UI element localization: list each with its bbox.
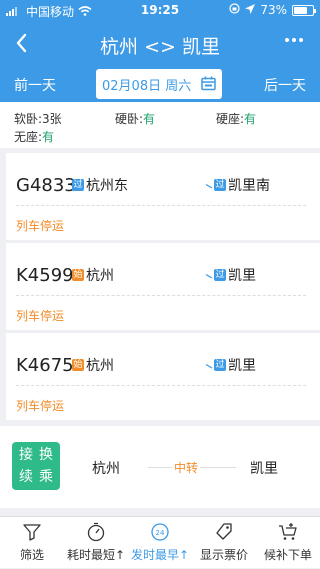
prev-day-button[interactable]: 前一天: [14, 75, 56, 95]
departure-station: 始杭州: [72, 358, 114, 374]
battery-icon: [292, 4, 316, 16]
sort-shortest-button[interactable]: 耗时最短↑: [64, 517, 128, 569]
route-arrow-icon: [150, 273, 213, 279]
departure-station: 过杭州东: [72, 178, 128, 194]
tab-label: 候补下单: [263, 548, 312, 562]
origin-tag: 始: [72, 359, 84, 371]
transfer-label: 中转: [172, 459, 201, 476]
svg-text:24: 24: [156, 529, 165, 537]
filter-button[interactable]: 筛选: [0, 517, 64, 569]
train-status: 列车停运: [16, 219, 65, 233]
price-tag-icon: [214, 522, 234, 542]
departure-station: 始杭州: [72, 268, 114, 284]
arrival-station: 过凯里: [214, 358, 256, 374]
pass-tag: 过: [214, 179, 226, 191]
train-card[interactable]: K4675 始杭州 过凯里 列车停运: [6, 333, 320, 420]
next-day-button[interactable]: 后一天: [264, 75, 306, 95]
pass-tag: 过: [72, 179, 84, 191]
seat-summary: 软卧:3张 硬卧:有 硬座:有 无座:有: [0, 102, 320, 148]
status-bar: 中国移动 19:25 73%: [0, 0, 320, 22]
train-code: K4675: [16, 355, 74, 376]
train-status: 列车停运: [16, 399, 65, 413]
divider: [16, 205, 306, 206]
page-title: 杭州 <> 凯里: [100, 36, 220, 58]
location-icon: [245, 3, 256, 17]
date-picker[interactable]: 02月08日 周六: [96, 69, 222, 99]
seat-soft-sleeper: 软卧:3张: [14, 112, 62, 126]
date-bar: 前一天 02月08日 周六 后一天: [0, 66, 320, 102]
clock-24-icon: 24: [150, 522, 170, 542]
cart-add-icon: [278, 522, 298, 542]
nav-bar: 杭州 <> 凯里: [0, 22, 320, 66]
timer-icon: [86, 522, 106, 542]
route-arrow-icon: [150, 183, 213, 189]
battery-percent: 73%: [260, 3, 287, 17]
train-status: 列车停运: [16, 309, 65, 323]
train-card[interactable]: G4833 过杭州东 过凯里南 列车停运: [6, 153, 320, 240]
tab-label: 显示票价: [199, 548, 248, 562]
tab-label: 发时最早↑: [130, 548, 190, 562]
pass-tag: 过: [214, 359, 226, 371]
origin-tag: 始: [72, 269, 84, 281]
seat-hard-sleeper: 硬卧:有: [115, 112, 156, 126]
more-icon[interactable]: [284, 30, 304, 55]
bottom-toolbar: 筛选 耗时最短↑ 24 发时最早↑ 显示票价 候补下单: [0, 516, 320, 568]
train-card[interactable]: K4599 始杭州 过凯里 列车停运: [6, 243, 320, 330]
train-code: G4833: [16, 175, 76, 196]
train-code: K4599: [16, 265, 74, 286]
divider: [16, 385, 306, 386]
calendar-icon: [201, 76, 216, 95]
current-date: 02月08日 周六: [102, 78, 192, 94]
transfer-from: 杭州: [92, 461, 120, 477]
seat-no-seat: 无座:有: [14, 130, 55, 144]
show-price-button[interactable]: 显示票价: [192, 517, 256, 569]
waitlist-button[interactable]: 候补下单: [256, 517, 320, 569]
transfer-card[interactable]: 接换 续乘 杭州 中转 凯里: [0, 426, 320, 508]
pass-tag: 过: [214, 269, 226, 281]
arrival-station: 过凯里: [214, 268, 256, 284]
arrival-station: 过凯里南: [214, 178, 270, 194]
divider: [16, 295, 306, 296]
transfer-to: 凯里: [250, 461, 278, 477]
seat-hard-seat: 硬座:有: [216, 112, 257, 126]
transfer-badge: 接换 续乘: [12, 442, 60, 490]
tab-label: 耗时最短↑: [66, 548, 126, 562]
route-arrow-icon: [150, 363, 213, 369]
filter-icon: [22, 522, 42, 542]
tab-label: 筛选: [19, 548, 44, 562]
rotation-lock-icon: [229, 3, 240, 17]
sort-earliest-button[interactable]: 24 发时最早↑: [128, 517, 192, 569]
